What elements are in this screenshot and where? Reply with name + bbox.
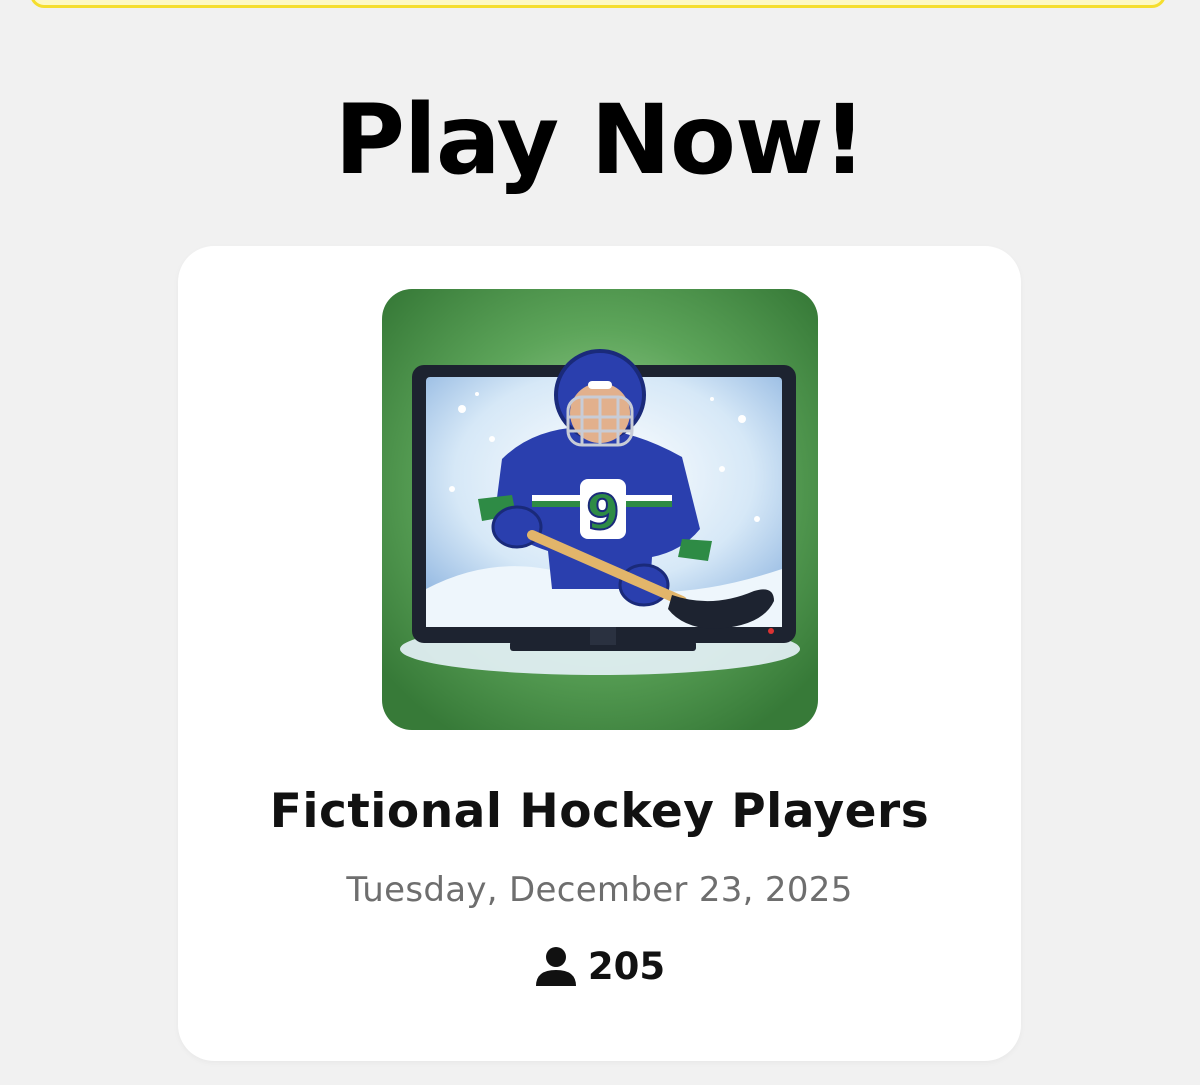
- game-date: Tuesday, December 23, 2025: [346, 870, 853, 910]
- user-icon: [534, 944, 578, 988]
- hockey-player-tv-icon: 9: [382, 289, 818, 730]
- game-thumbnail[interactable]: 9: [382, 289, 818, 730]
- top-banner[interactable]: [30, 0, 1166, 8]
- svg-text:9: 9: [586, 485, 619, 541]
- player-count: 205: [178, 944, 1021, 988]
- game-card[interactable]: 9 Fictional Hockey Players Tuesday, Dece…: [178, 246, 1021, 1061]
- players-count: 205: [587, 944, 666, 988]
- game-title[interactable]: Fictional Hockey Players: [178, 784, 1021, 839]
- page-title: Play Now!: [334, 84, 867, 196]
